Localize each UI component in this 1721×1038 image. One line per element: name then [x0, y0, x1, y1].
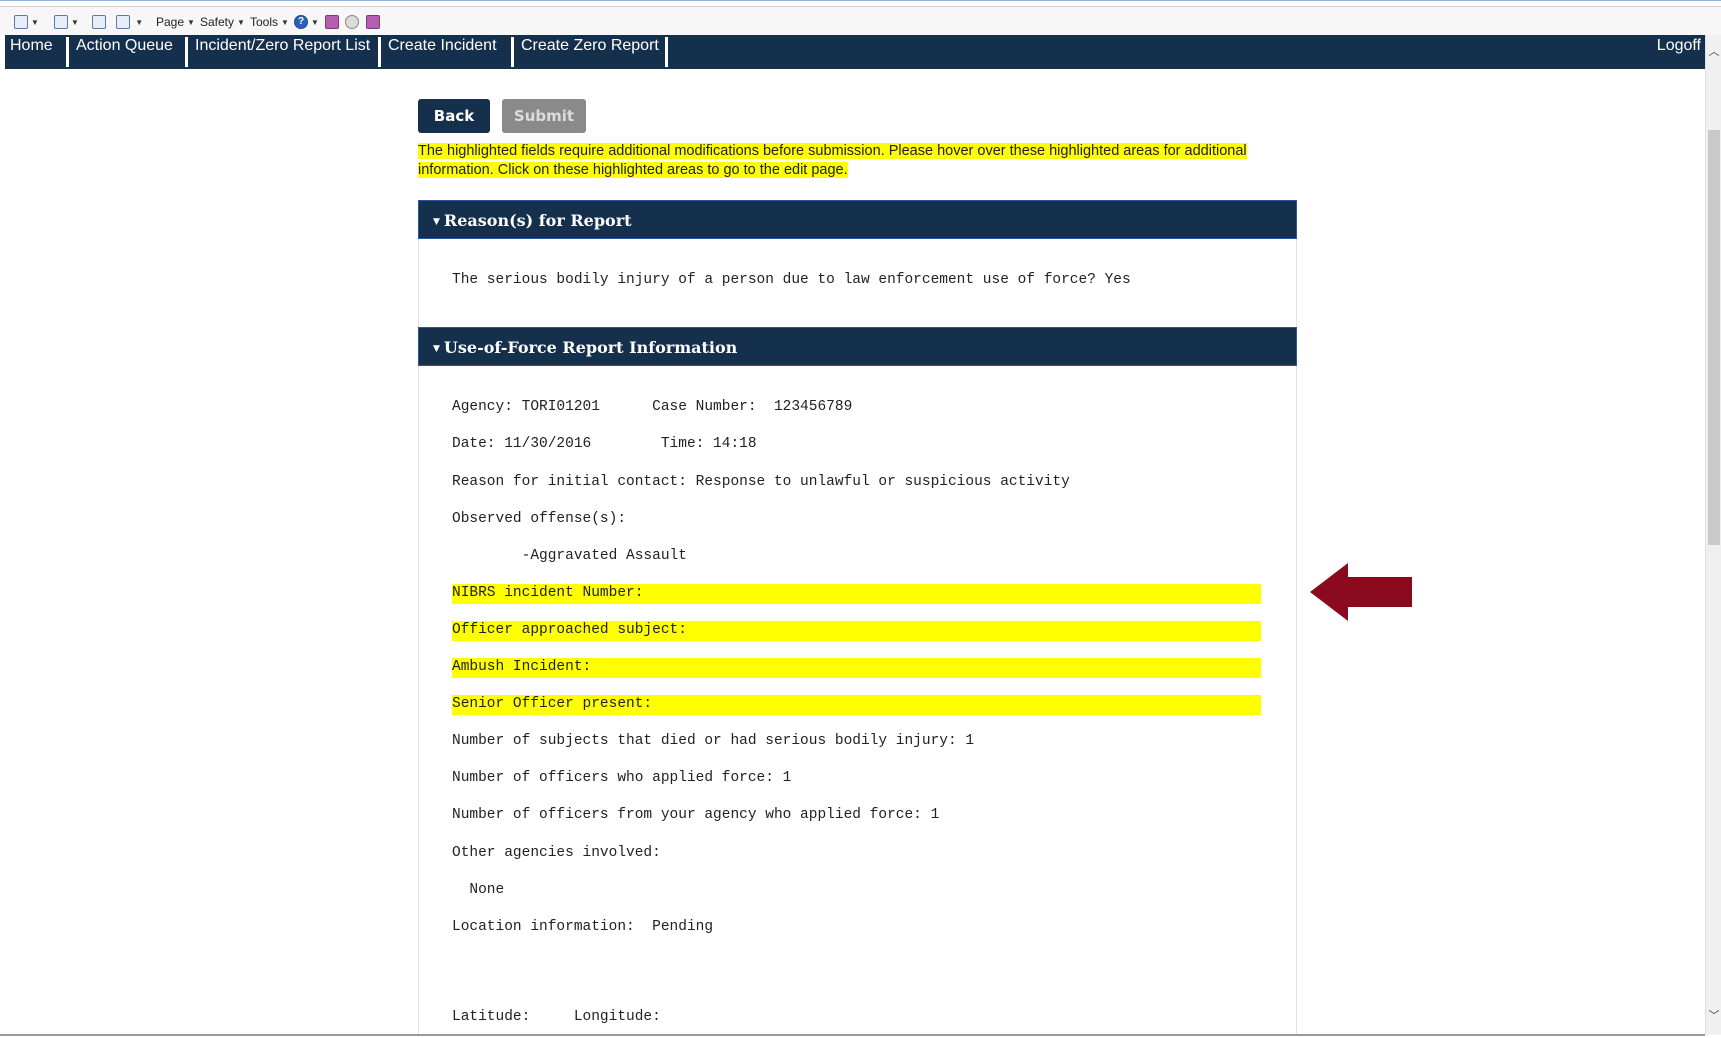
- submit-button[interactable]: Submit: [502, 99, 586, 133]
- scroll-thumb[interactable]: [1708, 130, 1720, 545]
- safety-menu[interactable]: Safety ▼: [200, 13, 245, 31]
- addon-icon-2: [366, 15, 380, 29]
- collapse-triangle-icon: ▼: [433, 344, 440, 354]
- agency-case-line: Agency: TORI01201 Case Number: 123456789: [452, 399, 853, 415]
- ambush-incident-field[interactable]: Ambush Incident:: [452, 659, 591, 675]
- feeds-button[interactable]: ▼: [54, 13, 79, 31]
- help-icon: ?: [294, 15, 308, 29]
- chevron-down-icon: ▼: [281, 17, 289, 27]
- agency-officers-count-line: Number of officers from your agency who …: [452, 807, 940, 823]
- home-button[interactable]: ▼: [14, 13, 39, 31]
- nav-divider: [66, 37, 69, 67]
- date-time-line: Date: 11/30/2016 Time: 14:18: [452, 436, 757, 452]
- chevron-down-icon: ▼: [133, 17, 144, 27]
- help-button[interactable]: ? ▼: [294, 13, 319, 31]
- section-header-reasons[interactable]: ▼ Reason(s) for Report: [418, 200, 1297, 239]
- vertical-scrollbar[interactable]: ︿ ﹀: [1705, 35, 1721, 1035]
- callout-arrow-shape: [1310, 563, 1412, 621]
- subjects-count-line: Number of subjects that died or had seri…: [452, 733, 975, 749]
- other-agencies-label: Other agencies involved:: [452, 845, 661, 861]
- logoff-link[interactable]: Logoff: [1657, 35, 1705, 57]
- chevron-down-icon: ▼: [311, 17, 319, 27]
- section-title: Use-of-Force Report Information: [443, 338, 738, 357]
- officers-count-line: Number of officers who applied force: 1: [452, 770, 792, 786]
- offense-item: -Aggravated Assault: [452, 548, 687, 564]
- senior-officer-field[interactable]: Senior Officer present:: [452, 696, 652, 712]
- addon-gear-icon: [345, 15, 359, 29]
- officer-approached-field[interactable]: Officer approached subject:: [452, 622, 687, 638]
- collapse-triangle-icon: ▼: [433, 217, 440, 227]
- reason-line: The serious bodily injury of a person du…: [452, 272, 1131, 288]
- other-agencies-value: None: [452, 882, 505, 898]
- chevron-down-icon: ▼: [71, 17, 79, 27]
- nav-create-incident[interactable]: Create Incident: [383, 35, 505, 67]
- addon-button-1[interactable]: [325, 13, 339, 31]
- feeds-icon: [54, 15, 68, 29]
- back-button[interactable]: Back: [418, 99, 490, 133]
- nav-divider: [511, 37, 514, 67]
- addon-icon-1: [325, 15, 339, 29]
- location-info-line: Location information: Pending: [452, 919, 714, 935]
- section-header-use-of-force[interactable]: ▼ Use-of-Force Report Information: [418, 327, 1297, 366]
- observed-offenses-label: Observed offense(s):: [452, 511, 627, 527]
- mail-button[interactable]: [92, 13, 106, 31]
- page-menu-label: Page: [156, 15, 185, 29]
- nibrs-number-field[interactable]: NIBRS incident Number:: [452, 585, 643, 601]
- nav-create-zero-report[interactable]: Create Zero Report: [516, 35, 667, 67]
- browser-command-bar: ▼ ▼ ▼ Page ▼ Safety ▼ Tools ▼ ? ▼: [0, 0, 1721, 35]
- window-bottom-border: [0, 1034, 1705, 1036]
- safety-menu-label: Safety: [200, 15, 235, 29]
- home-icon: [14, 15, 28, 29]
- validation-warning-text: The highlighted fields require additiona…: [418, 143, 1247, 178]
- nav-divider: [185, 37, 188, 67]
- callout-arrow-icon: [1310, 563, 1412, 621]
- nav-action-queue[interactable]: Action Queue: [71, 35, 181, 67]
- scroll-up-icon[interactable]: ︿: [1706, 43, 1721, 61]
- nav-divider: [665, 37, 668, 67]
- section-title: Reason(s) for Report: [443, 211, 632, 230]
- mail-icon: [92, 15, 106, 29]
- page-menu[interactable]: Page ▼: [156, 13, 195, 31]
- print-button[interactable]: ▼: [116, 13, 143, 31]
- addon-button-3[interactable]: [366, 13, 380, 31]
- chevron-down-icon: ▼: [237, 17, 245, 27]
- tools-menu[interactable]: Tools ▼: [250, 13, 289, 31]
- addon-button-2[interactable]: [345, 13, 359, 31]
- tools-menu-label: Tools: [250, 15, 279, 29]
- main-nav-bar: Home Action Queue Incident/Zero Report L…: [5, 35, 1705, 69]
- chevron-down-icon: ▼: [187, 17, 195, 27]
- print-icon: [116, 15, 130, 29]
- nav-home[interactable]: Home: [5, 35, 61, 67]
- scroll-down-icon[interactable]: ﹀: [1706, 1007, 1721, 1025]
- chevron-down-icon: ▼: [31, 17, 39, 27]
- browser-tab-strip: [0, 1, 1721, 7]
- nav-divider: [378, 37, 381, 67]
- initial-contact-line: Reason for initial contact: Response to …: [452, 474, 1070, 490]
- lat-long-line: Latitude: Longitude:: [452, 1009, 661, 1025]
- nav-incident-zero-report-list[interactable]: Incident/Zero Report List: [190, 35, 378, 67]
- validation-warning: The highlighted fields require additiona…: [418, 142, 1298, 180]
